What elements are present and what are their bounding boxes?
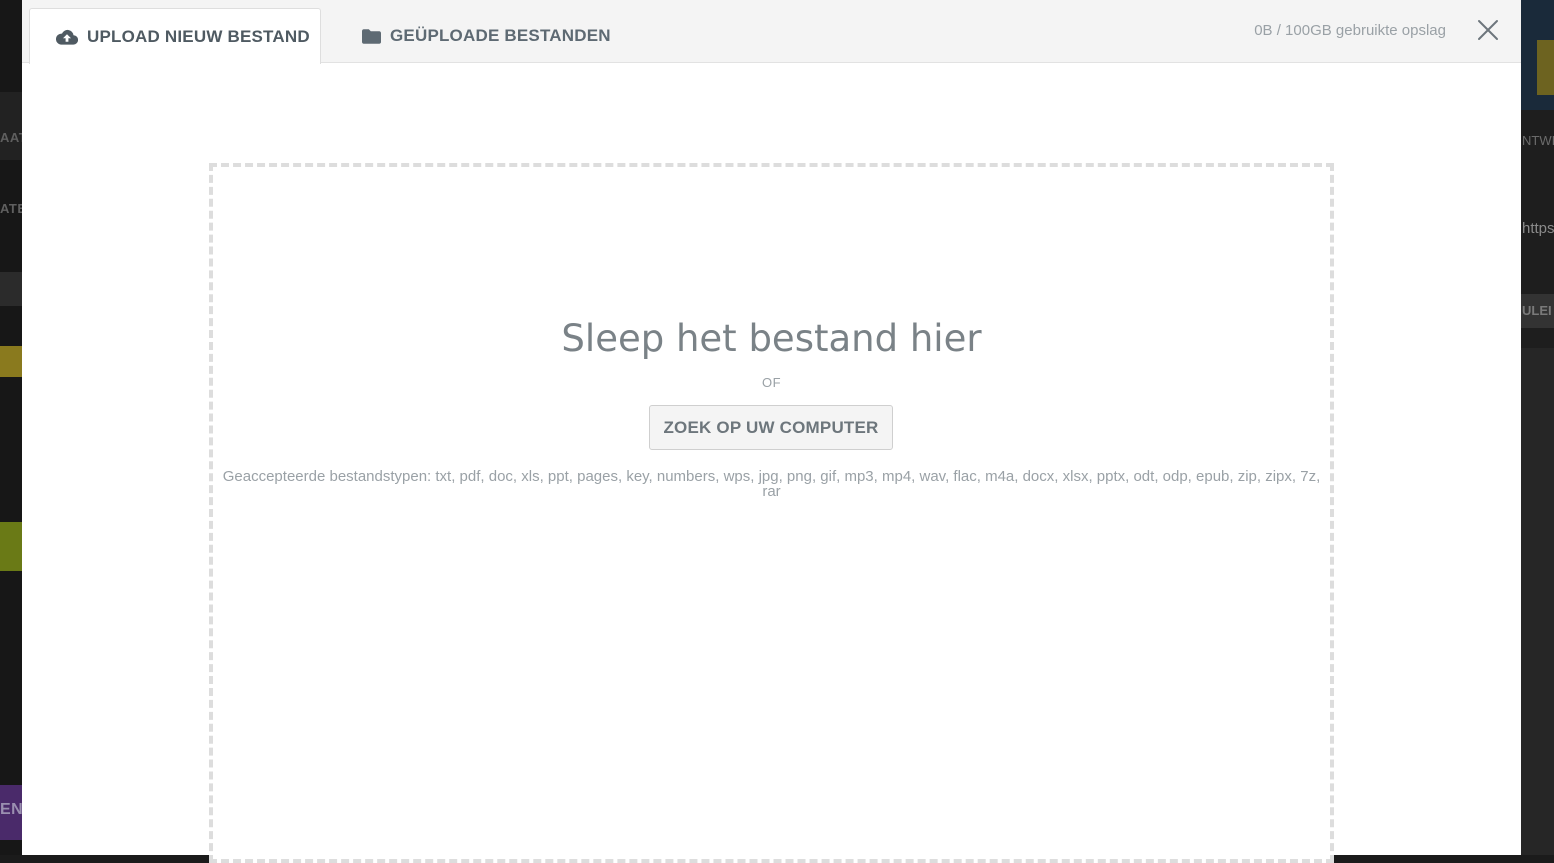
modal-header: UPLOAD NIEUW BESTAND GEÜPLOADE BESTANDEN… (22, 0, 1521, 64)
close-button[interactable] (1477, 19, 1499, 41)
tab-uploaded-label: GEÜPLOADE BESTANDEN (390, 26, 611, 45)
dropzone-or-label: OF (761, 375, 782, 390)
background-text-fragment: EN (0, 801, 22, 818)
tab-upload-new-file[interactable]: UPLOAD NIEUW BESTAND (29, 8, 321, 64)
background-text-fragment: NTWI (1522, 133, 1554, 148)
background-field-block (0, 272, 22, 306)
background-text-fragment: AAT (0, 130, 22, 145)
storage-usage: 0B / 100GB gebruikte opslag (1254, 22, 1446, 39)
tab-uploaded-files[interactable]: GEÜPLOADE BESTANDEN (336, 8, 637, 64)
background-right-strip: NTWI https ULEI (1521, 0, 1554, 855)
dropzone-title: Sleep het bestand hier (561, 317, 982, 360)
close-icon (1478, 20, 1498, 40)
background-image-block (1521, 348, 1554, 855)
background-green-block (0, 522, 22, 571)
file-dropzone[interactable]: Sleep het bestand hier OF ZOEK OP UW COM… (209, 163, 1334, 863)
folder-icon (362, 28, 381, 44)
background-text-fragment: ATE (0, 201, 22, 216)
background-yellow-block (0, 346, 22, 377)
background-text-fragment: https (1522, 220, 1554, 237)
browse-computer-button[interactable]: ZOEK OP UW COMPUTER (649, 405, 893, 450)
accepted-file-types: Geaccepteerde bestandstypen: txt, pdf, d… (222, 468, 1321, 500)
tab-upload-label: UPLOAD NIEUW BESTAND (87, 26, 310, 46)
background-left-strip: AAT ATE EN (0, 0, 22, 855)
background-sidebar-block (0, 92, 22, 160)
background-yellow-block (1537, 40, 1554, 95)
upload-modal: UPLOAD NIEUW BESTAND GEÜPLOADE BESTANDEN… (22, 0, 1521, 863)
background-text-fragment: ULEI (1522, 303, 1552, 318)
cloud-upload-icon (56, 29, 78, 45)
